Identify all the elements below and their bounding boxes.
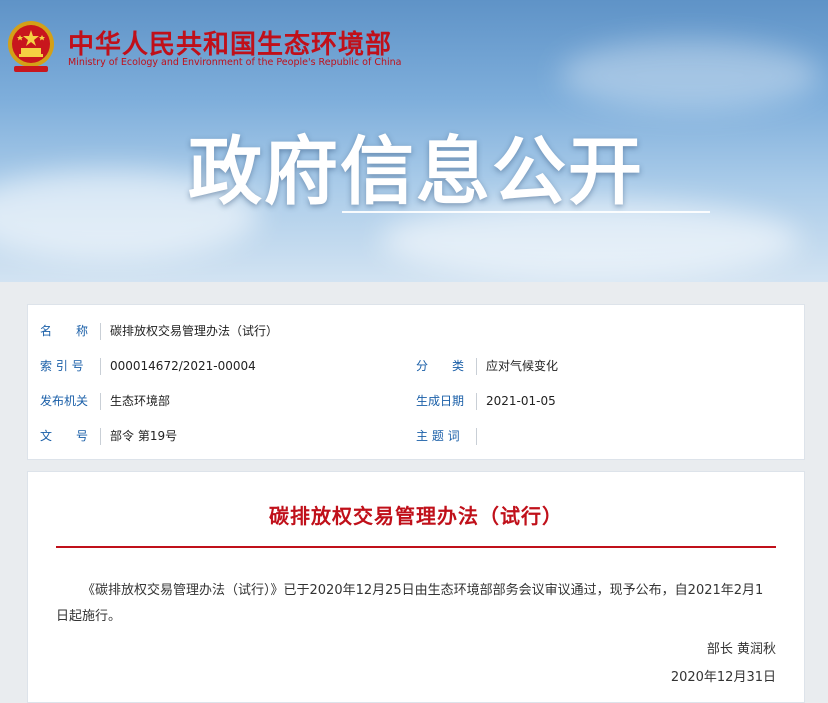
divider (476, 358, 477, 375)
metadata-row-issuer: 发布机关 生态环境部 生成日期 2021-01-05 (28, 384, 804, 419)
index-value: 000014672/2021-00004 (110, 359, 256, 373)
divider (476, 393, 477, 410)
divider (100, 428, 101, 445)
index-label: 索 引 号 (40, 359, 84, 373)
category-label: 分 类 (416, 359, 465, 373)
signer: 部长 黄润秋 (706, 642, 776, 657)
site-subtitle: Ministry of Ecology and Environment of t… (68, 57, 402, 68)
metadata-row-name: 名 称 碳排放权交易管理办法（试行） (28, 314, 804, 349)
docno-value: 部令 第19号 (110, 429, 178, 443)
name-value: 碳排放权交易管理办法（试行） (110, 324, 279, 338)
divider (100, 393, 101, 410)
subject-label: 主 题 词 (416, 429, 460, 443)
date-value: 2021-01-05 (486, 394, 556, 408)
name-label: 名 称 (40, 324, 89, 338)
header-banner: 中华人民共和国生态环境部 Ministry of Ecology and Env… (0, 0, 828, 282)
divider (100, 323, 101, 340)
issuer-value: 生态环境部 (110, 394, 171, 408)
issuer-label: 发布机关 (40, 394, 89, 408)
site-title[interactable]: 中华人民共和国生态环境部 (68, 24, 392, 61)
title-divider (56, 546, 776, 548)
document-body: 《碳排放权交易管理办法（试行）》已于2020年12月25日由生态环境部部务会议审… (56, 583, 764, 624)
date-label: 生成日期 (416, 394, 465, 408)
document-content-panel: 碳排放权交易管理办法（试行） 《碳排放权交易管理办法（试行）》已于2020年12… (27, 471, 805, 703)
document-metadata-panel: 名 称 碳排放权交易管理办法（试行） 索 引 号 000014672/2021-… (27, 304, 805, 460)
divider (100, 358, 101, 375)
cloud-decoration (560, 40, 820, 110)
sign-date: 2020年12月31日 (670, 670, 776, 685)
banner-divider (342, 211, 710, 213)
national-emblem-icon[interactable] (6, 18, 56, 76)
category-value: 应对气候变化 (486, 359, 559, 373)
metadata-row-index: 索 引 号 000014672/2021-00004 分 类 应对气候变化 (28, 349, 804, 384)
docno-label: 文 号 (40, 429, 89, 443)
document-title: 碳排放权交易管理办法（试行） (269, 504, 563, 528)
banner-title: 政府信息公开 (188, 129, 644, 215)
metadata-row-docno: 文 号 部令 第19号 主 题 词 (28, 419, 804, 454)
divider (476, 428, 477, 445)
